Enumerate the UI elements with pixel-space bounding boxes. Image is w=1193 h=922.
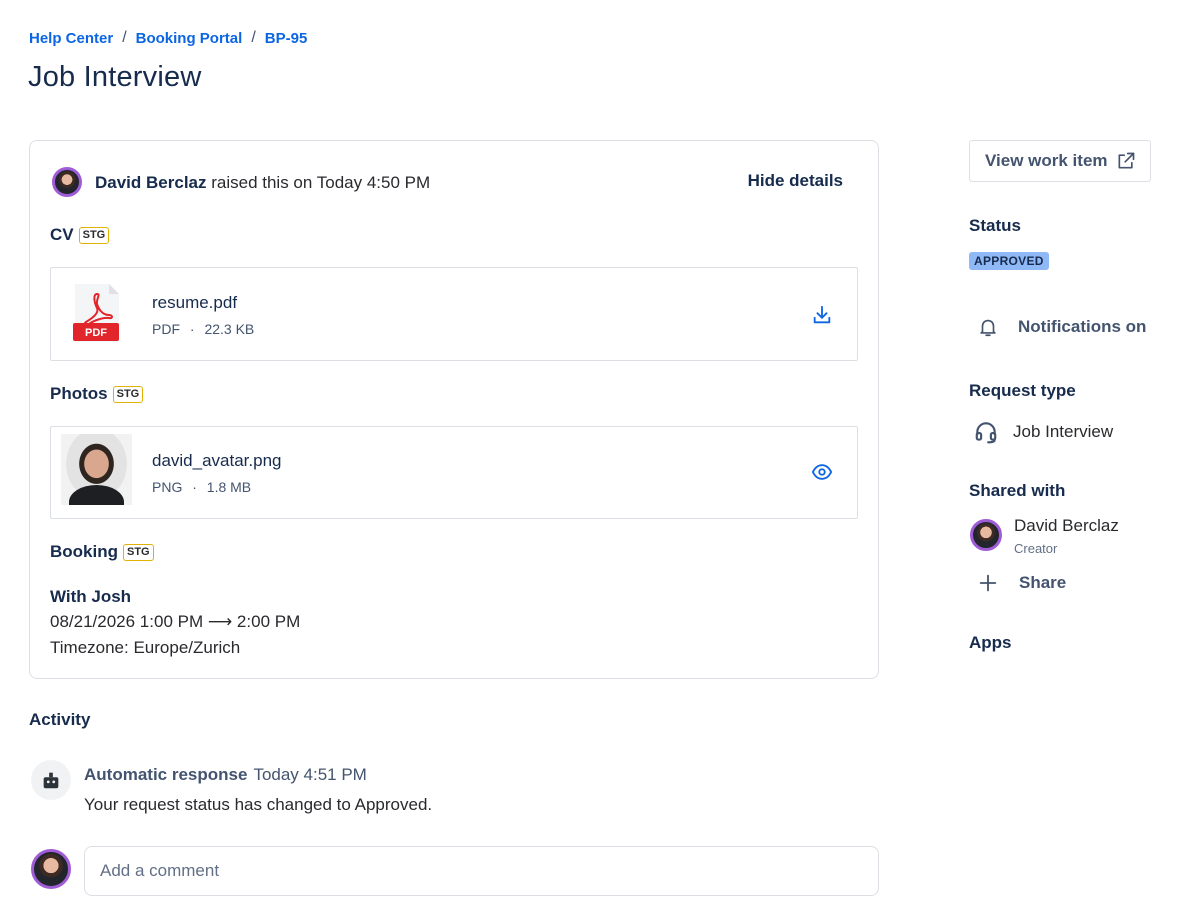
file-meta: PDF · 22.3 KB: [152, 321, 254, 337]
reporter-name: David Berclaz: [95, 173, 207, 192]
pdf-icon-label: PDF: [85, 327, 107, 339]
page-title: Job Interview: [28, 61, 202, 93]
activity-entry-text: Your request status has changed to Appro…: [84, 795, 433, 814]
current-user-avatar: [31, 849, 71, 889]
status-heading: Status: [969, 216, 1021, 235]
external-link-icon: [1118, 152, 1134, 169]
env-lozenge: STG: [112, 385, 144, 403]
download-icon[interactable]: [811, 304, 833, 326]
robot-icon: [43, 772, 59, 789]
booking-title: With Josh: [50, 587, 132, 606]
headset-icon: [975, 422, 997, 444]
raised-on-text: raised this on Today 4:50 PM: [211, 173, 431, 192]
meta-separator: ·: [192, 479, 197, 495]
shared-user-avatar: [970, 519, 1002, 551]
file-meta: PNG · 1.8 MB: [152, 479, 251, 495]
status-badge: APPROVED: [969, 252, 1049, 270]
shared-user-name: David Berclaz: [1014, 516, 1119, 535]
shared-with-heading: Shared with: [969, 481, 1066, 500]
view-work-item-button[interactable]: View work item: [969, 140, 1151, 182]
share-button[interactable]: Share: [977, 572, 1066, 594]
pdf-file-icon: PDF: [73, 284, 119, 342]
request-type-row: Job Interview: [973, 419, 1113, 445]
file-type: PDF: [152, 321, 180, 337]
request-details-card: David Berclaz raised this on Today 4:50 …: [29, 140, 879, 679]
notifications-toggle[interactable]: Notifications on: [977, 316, 1146, 338]
request-type-heading: Request type: [969, 381, 1076, 400]
breadcrumb-help-center[interactable]: Help Center: [29, 30, 113, 47]
file-name: david_avatar.png: [152, 451, 282, 470]
breadcrumb-separator: /: [122, 29, 127, 46]
file-name: resume.pdf: [152, 293, 238, 312]
plus-icon: [979, 574, 997, 592]
bell-icon: [980, 319, 996, 337]
field-label-photos: Photos STG: [50, 384, 144, 404]
field-label-text: Booking: [50, 542, 118, 561]
field-label-text: CV: [50, 225, 74, 244]
breadcrumb-request-key[interactable]: BP-95: [265, 30, 308, 47]
env-lozenge: STG: [123, 543, 154, 561]
activity-entry-header: Automatic response Today 4:51 PM: [84, 765, 367, 785]
activity-time: Today 4:51 PM: [253, 765, 367, 784]
activity-author: Automatic response: [84, 765, 248, 784]
breadcrumb-booking-portal[interactable]: Booking Portal: [136, 30, 243, 47]
request-type-value: Job Interview: [1013, 422, 1114, 441]
file-type: PNG: [152, 479, 183, 495]
field-label-booking: Booking STG: [50, 542, 154, 562]
comment-input[interactable]: [84, 846, 879, 896]
breadcrumb-separator: /: [251, 29, 256, 46]
notifications-label: Notifications on: [1018, 317, 1147, 336]
field-label-cv: CV STG: [50, 225, 110, 245]
env-lozenge: STG: [78, 226, 110, 244]
breadcrumb: Help Center / Booking Portal / BP-95: [29, 29, 307, 47]
file-size: 1.8 MB: [206, 479, 252, 495]
activity-heading: Activity: [29, 710, 91, 729]
bot-avatar: [31, 760, 71, 800]
share-label: Share: [1019, 573, 1067, 592]
booking-time-range: 08/21/2026 1:00 PM ⟶ 2:00 PM: [50, 612, 301, 631]
hide-details-button[interactable]: Hide details: [748, 171, 843, 191]
attachment-avatar-image[interactable]: david_avatar.png PNG · 1.8 MB: [50, 426, 858, 519]
file-size: 22.3 KB: [204, 321, 255, 337]
reporter-avatar: [52, 167, 82, 197]
eye-icon[interactable]: [811, 461, 833, 483]
view-work-item-label: View work item: [985, 151, 1108, 170]
booking-timezone: Timezone: Europe/Zurich: [50, 638, 241, 657]
field-label-text: Photos: [50, 384, 108, 403]
shared-user-role: Creator: [1014, 541, 1058, 556]
meta-separator: ·: [189, 321, 195, 337]
raised-by-line: David Berclaz raised this on Today 4:50 …: [95, 173, 430, 193]
image-thumbnail[interactable]: [61, 434, 132, 505]
apps-heading: Apps: [969, 633, 1012, 652]
attachment-resume[interactable]: PDF resume.pdf PDF · 22.3 KB: [50, 267, 858, 361]
